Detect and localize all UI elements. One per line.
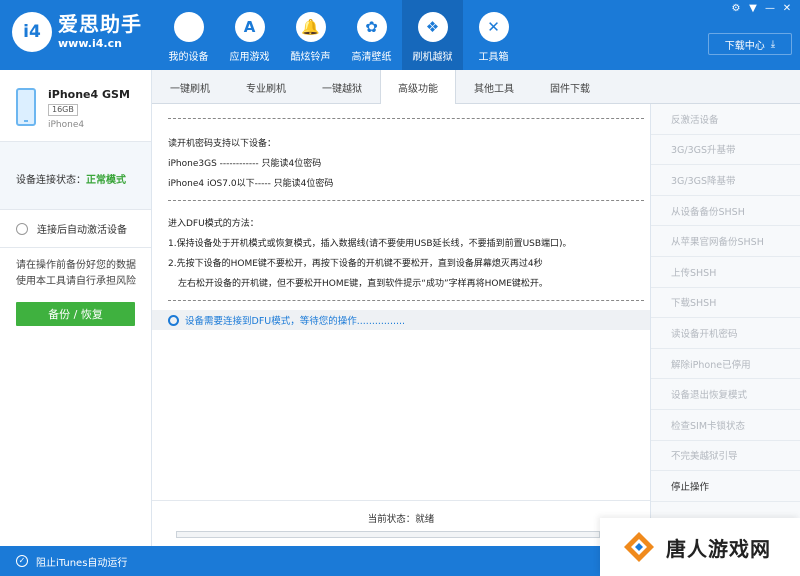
divider — [168, 200, 644, 201]
nav-toolbox[interactable]: ✕ 工具箱 — [463, 0, 524, 70]
sidebar-item-sim-lock-check[interactable]: 检查SIM卡锁状态 — [651, 410, 800, 441]
block-itunes-toggle[interactable]: ✓ 阻止iTunes自动运行 — [0, 546, 152, 576]
app-name: 爱思助手 — [58, 12, 142, 36]
sidebar-item-read-passcode[interactable]: 读设备开机密码 — [651, 318, 800, 349]
tab-firmware-download[interactable]: 固件下载 — [532, 70, 608, 104]
function-tabs: 一键刷机 专业刷机 一键越狱 高级功能 其他工具 固件下载 — [152, 70, 800, 105]
radio-button[interactable] — [16, 222, 28, 235]
instruction-line: 读开机密码支持以下设备： — [168, 139, 277, 149]
watermark-text: 唐人游戏网 — [666, 536, 771, 561]
i4-logo-icon: i4 — [12, 12, 52, 52]
bell-icon: 🔔 — [295, 12, 326, 42]
tab-pro-flash[interactable]: 专业刷机 — [228, 70, 304, 104]
tab-advanced[interactable]: 高级功能 — [380, 70, 456, 105]
device-info: iPhone4 GSM 16GB iPhone4 — [0, 70, 151, 142]
sidebar-item-backup-shsh-apple[interactable]: 从苹果官网备份SHSH — [651, 226, 800, 257]
auto-activate-option[interactable]: 连接后自动激活设备 — [0, 210, 151, 248]
tab-other-tools[interactable]: 其他工具 — [456, 70, 532, 104]
status-area: 当前状态：就绪 — [152, 500, 650, 546]
watermark-logo-icon — [624, 532, 654, 562]
advanced-functions-list: 反激活设备 3G/3GS升基带 3G/3GS降基带 从设备备份SHSH 从苹果官… — [650, 104, 800, 546]
nav-apps-games[interactable]: A 应用游戏 — [219, 0, 280, 70]
iphone-icon — [16, 88, 36, 126]
sidebar-item-backup-shsh-device[interactable]: 从设备备份SHSH — [651, 196, 800, 227]
nav-ringtones[interactable]: 🔔 酷炫铃声 — [280, 0, 341, 70]
connection-status: 设备连接状态：正常模式 — [0, 142, 151, 210]
apple-icon — [173, 12, 204, 42]
instruction-line: 2.先按下设备的HOME键不要松开，再按下设备的开机键不要松开，直到设备屏幕熄灭… — [168, 259, 543, 269]
sidebar-item-unlock-disabled[interactable]: 解除iPhone已停用 — [651, 349, 800, 380]
backup-restore-button[interactable]: 备份 / 恢复 — [16, 302, 135, 326]
instruction-line: iPhone4 iOS7.0以下----- 只能读4位密码 — [168, 179, 334, 189]
instruction-line: 1.保持设备处于开机模式或恢复模式，插入数据线(请不要使用USB延长线，不要插到… — [168, 239, 572, 249]
device-model: iPhone4 — [48, 120, 85, 130]
dfu-notice: 设备需要连接到DFU模式，等待您的操作................ — [152, 310, 650, 330]
settings-icon[interactable]: ⚙ — [729, 3, 743, 15]
current-status: 当前状态：就绪 — [367, 514, 435, 525]
sidebar-item-upload-shsh[interactable]: 上传SHSH — [651, 257, 800, 288]
nav-flash-jailbreak[interactable]: ❖ 刷机越狱 — [402, 0, 463, 70]
divider — [168, 300, 644, 301]
close-icon[interactable]: ✕ — [780, 3, 794, 15]
download-icon: ⤓ — [770, 38, 776, 50]
progress-bar — [176, 531, 600, 538]
info-icon — [168, 314, 179, 326]
sidebar-item-baseband-downgrade[interactable]: 3G/3GS降基带 — [651, 165, 800, 196]
status-value: 正常模式 — [86, 175, 126, 186]
main-nav: 我的设备 A 应用游戏 🔔 酷炫铃声 ✿ 高清壁纸 ❖ 刷机越狱 ✕ 工具箱 — [158, 0, 524, 70]
sidebar-item-tethered-boot[interactable]: 不完美越狱引导 — [651, 441, 800, 472]
divider — [168, 118, 644, 119]
sidebar-item-stop[interactable]: 停止操作 — [651, 471, 800, 502]
flower-icon: ✿ — [356, 12, 387, 42]
device-panel: iPhone4 GSM 16GB iPhone4 设备连接状态：正常模式 连接后… — [0, 70, 152, 546]
sidebar-item-deactivate[interactable]: 反激活设备 — [651, 104, 800, 135]
dropbox-icon: ❖ — [417, 12, 448, 42]
backup-warning: 请在操作前备份好您的数据 使用本工具请自行承担风险 — [16, 260, 136, 287]
tools-icon: ✕ — [478, 12, 509, 42]
minimize-icon[interactable]: — — [763, 3, 777, 15]
app-store-icon: A — [234, 12, 265, 42]
watermark: 唐人游戏网 — [600, 518, 800, 576]
instruction-line: iPhone3GS ------------ 只能读4位密码 — [168, 159, 322, 169]
tab-one-click-jailbreak[interactable]: 一键越狱 — [304, 70, 380, 104]
sidebar-item-download-shsh[interactable]: 下载SHSH — [651, 288, 800, 319]
instruction-line: 进入DFU模式的方法： — [168, 219, 259, 229]
nav-my-device[interactable]: 我的设备 — [158, 0, 219, 70]
window-controls: ⚙ ▼ — ✕ — [729, 3, 794, 15]
tab-one-click-flash[interactable]: 一键刷机 — [152, 70, 228, 104]
app-logo: i4 爱思助手 www.i4.cn — [12, 12, 142, 52]
nav-wallpapers[interactable]: ✿ 高清壁纸 — [341, 0, 402, 70]
check-circle-icon: ✓ — [16, 555, 28, 567]
skin-icon[interactable]: ▼ — [746, 3, 760, 15]
app-url: www.i4.cn — [58, 37, 122, 50]
capacity-badge: 16GB — [48, 104, 78, 116]
sidebar-item-baseband-upgrade[interactable]: 3G/3GS升基带 — [651, 135, 800, 166]
device-name: iPhone4 GSM — [48, 88, 130, 101]
instruction-line: 左右松开设备的开机键，但不要松开HOME键，直到软件提示“成功”字样再将HOME… — [178, 279, 548, 289]
download-center-button[interactable]: 下载中心 ⤓ — [708, 33, 792, 55]
top-header: i4 爱思助手 www.i4.cn 我的设备 A 应用游戏 🔔 酷炫铃声 ✿ 高… — [0, 0, 800, 70]
instructions-panel: 读开机密码支持以下设备： iPhone3GS ------------ 只能读4… — [152, 104, 650, 500]
sidebar-item-exit-recovery[interactable]: 设备退出恢复模式 — [651, 379, 800, 410]
